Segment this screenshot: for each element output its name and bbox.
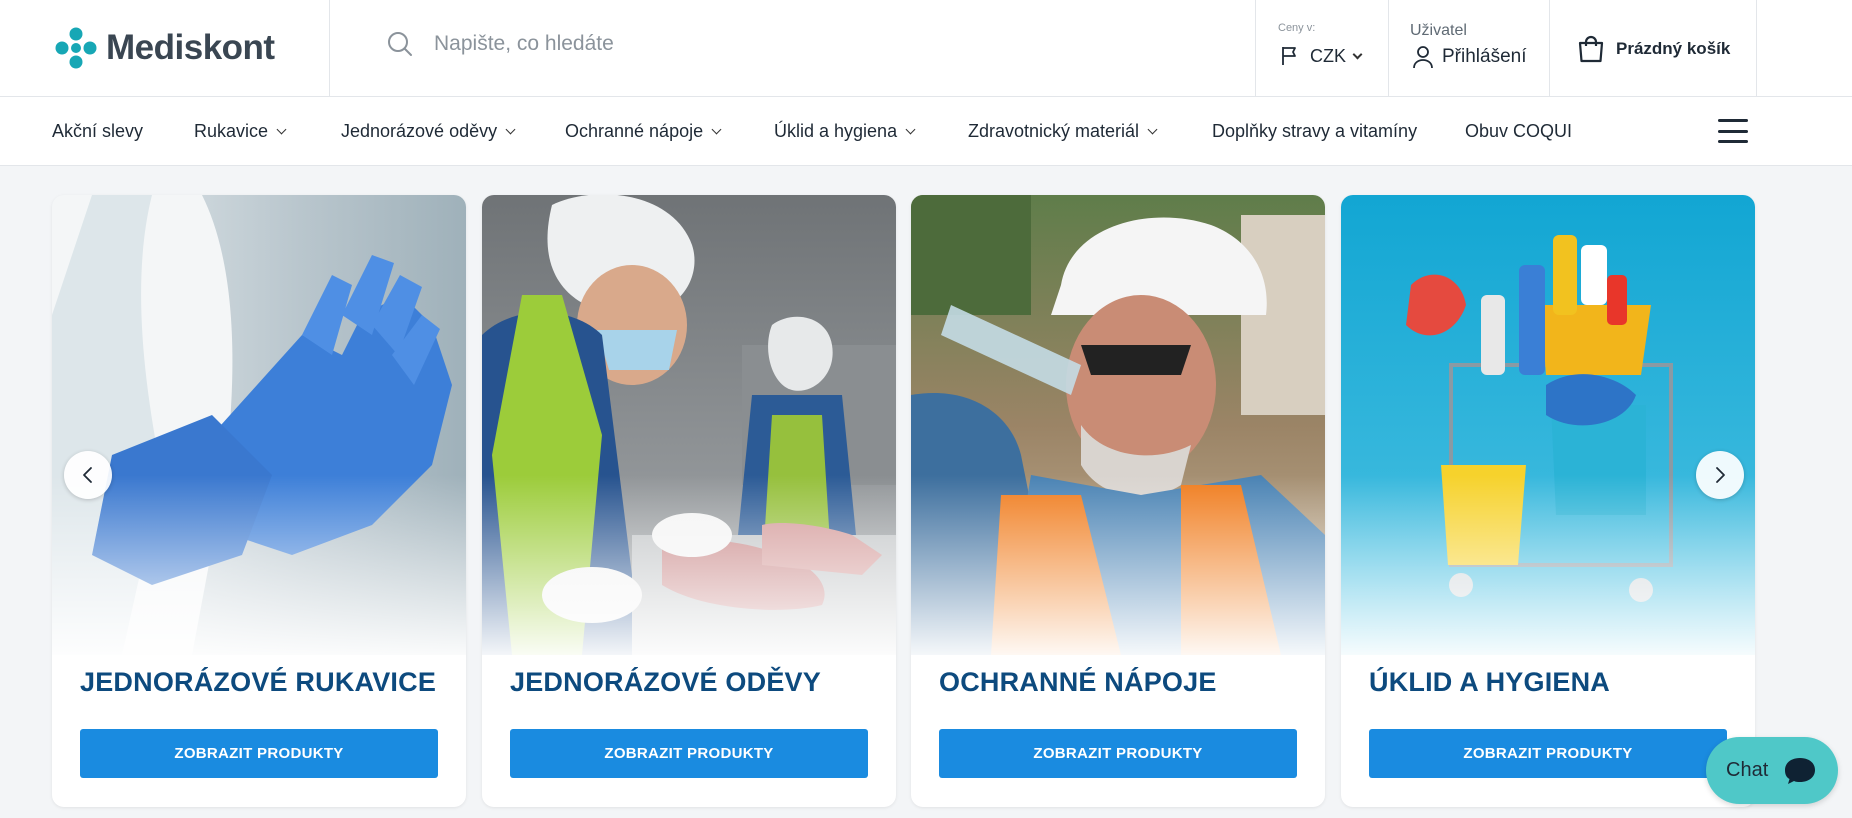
currency-label: Ceny v: xyxy=(1278,22,1316,34)
nav-item-label: Rukavice xyxy=(194,121,269,141)
user-label: Uživatel xyxy=(1410,22,1467,39)
search-bar xyxy=(386,30,1034,58)
category-card-uklid-a-hygiena[interactable]: ÚKLID A HYGIENA ZOBRAZIT PRODUKTY xyxy=(1341,195,1755,807)
category-card-ochranne-napoje[interactable]: OCHRANNÉ NÁPOJE ZOBRAZIT PRODUKTY xyxy=(911,195,1325,807)
card-title: JEDNORÁZOVÉ ODĚVY xyxy=(510,667,821,697)
site-header: Mediskont Ceny v: CZK Uživatel Přihlášen… xyxy=(0,0,1852,97)
carousel-prev-button[interactable] xyxy=(64,451,112,499)
main-nav: Akční slevy Rukavice Jednorázové oděvy O… xyxy=(0,97,1852,166)
hamburger-menu-icon[interactable] xyxy=(1718,119,1748,143)
show-products-button[interactable]: ZOBRAZIT PRODUKTY xyxy=(1369,729,1727,778)
nav-item-doplnky-stravy[interactable]: Doplňky stravy a vitamíny xyxy=(1212,121,1417,142)
nav-item-ochranne-napoje[interactable]: Ochranné nápoje xyxy=(565,121,722,142)
nav-item-label: Jednorázové oděvy xyxy=(341,121,498,141)
cart-button[interactable]: Prázdný košík xyxy=(1550,0,1756,97)
nav-item-rukavice[interactable]: Rukavice xyxy=(194,121,287,142)
chevron-down-icon xyxy=(1352,49,1363,59)
nav-item-label: Zdravotnický materiál xyxy=(968,121,1140,141)
logo[interactable]: Mediskont xyxy=(52,24,275,72)
chevron-down-icon xyxy=(276,124,287,135)
chevron-left-icon xyxy=(83,467,92,483)
chat-widget-button[interactable]: Chat xyxy=(1706,737,1838,804)
user-login[interactable]: Uživatel Přihlášení xyxy=(1389,0,1549,97)
image-fade xyxy=(482,475,896,665)
cart-label: Prázdný košík xyxy=(1616,38,1731,58)
nav-item-zdravotnicky-material[interactable]: Zdravotnický materiál xyxy=(968,121,1158,142)
nav-item-jednorazove-odevy[interactable]: Jednorázové oděvy xyxy=(341,121,516,142)
chat-bubble-icon xyxy=(1785,757,1816,784)
show-products-button[interactable]: ZOBRAZIT PRODUKTY xyxy=(939,729,1297,778)
show-products-button[interactable]: ZOBRAZIT PRODUKTY xyxy=(510,729,868,778)
logo-icon xyxy=(55,27,97,69)
nav-item-label: Akční slevy xyxy=(52,121,144,141)
divider xyxy=(1756,0,1757,97)
card-title: ÚKLID A HYGIENA xyxy=(1369,667,1611,697)
card-title: OCHRANNÉ NÁPOJE xyxy=(939,667,1217,697)
nav-item-label: Ochranné nápoje xyxy=(565,121,704,141)
login-link: Přihlášení xyxy=(1442,46,1527,67)
category-card-jednorazove-odevy[interactable]: JEDNORÁZOVÉ ODĚVY ZOBRAZIT PRODUKTY xyxy=(482,195,896,807)
chevron-down-icon xyxy=(505,124,516,135)
logo-text: Mediskont xyxy=(106,28,275,67)
chevron-down-icon xyxy=(711,124,722,135)
carousel-next-button[interactable] xyxy=(1696,451,1744,499)
image-fade xyxy=(911,475,1325,665)
chevron-down-icon xyxy=(1147,124,1158,135)
search-input[interactable] xyxy=(434,32,1034,56)
category-card-rukavice[interactable]: JEDNORÁZOVÉ RUKAVICE ZOBRAZIT PRODUKTY xyxy=(52,195,466,807)
flag-icon xyxy=(1282,47,1296,65)
currency-value: CZK xyxy=(1310,45,1346,66)
divider xyxy=(329,0,330,97)
image-fade xyxy=(52,475,466,665)
nav-item-label: Úklid a hygiena xyxy=(774,121,898,141)
currency-selector[interactable]: Ceny v: CZK xyxy=(1256,0,1388,97)
chat-label: Chat xyxy=(1726,759,1769,781)
nav-item-akcni-slevy[interactable]: Akční slevy xyxy=(52,121,143,142)
search-icon xyxy=(388,32,412,56)
image-fade xyxy=(1341,475,1755,665)
nav-item-uklid-a-hygiena[interactable]: Úklid a hygiena xyxy=(774,121,916,142)
nav-item-label: Obuv COQUI xyxy=(1465,121,1573,141)
shopping-bag-icon xyxy=(1578,35,1604,62)
nav-item-obuv-coqui[interactable]: Obuv COQUI xyxy=(1465,121,1572,142)
show-products-button[interactable]: ZOBRAZIT PRODUKTY xyxy=(80,729,438,778)
nav-item-label: Doplňky stravy a vitamíny xyxy=(1212,121,1418,141)
user-icon xyxy=(1413,46,1433,69)
chevron-right-icon xyxy=(1716,467,1725,483)
chevron-down-icon xyxy=(905,124,916,135)
card-title: JEDNORÁZOVÉ RUKAVICE xyxy=(80,667,437,697)
